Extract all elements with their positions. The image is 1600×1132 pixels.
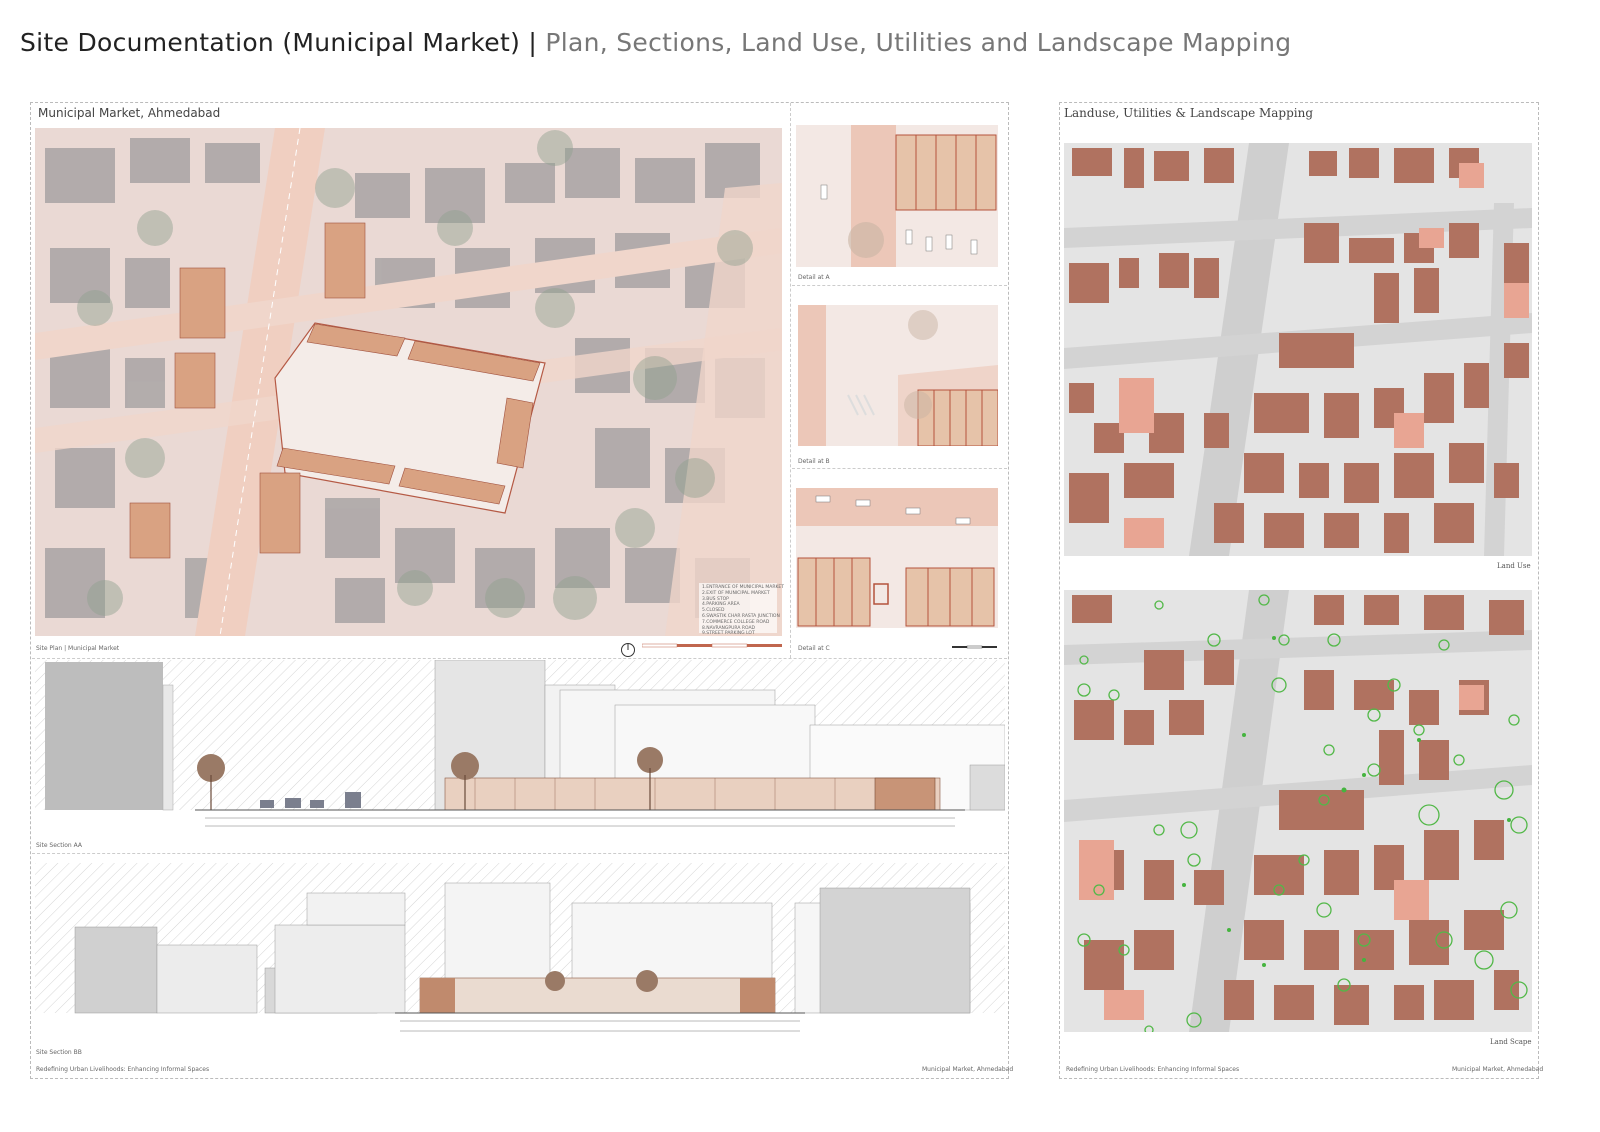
detail-c-label: Detail at C (798, 645, 830, 652)
north-arrow-icon (621, 643, 635, 657)
detail-c-drawing (796, 488, 998, 628)
right-footer-right: Municipal Market, Ahmedabad (1452, 1066, 1544, 1073)
right-footer-left: Redefining Urban Livelihoods: Enhancing … (1066, 1066, 1240, 1073)
left-footer-right: Municipal Market, Ahmedabad (922, 1066, 1014, 1073)
landscape-map (1064, 590, 1532, 1032)
land-use-caption: Land Use (1497, 562, 1531, 570)
plan-caption: Site Plan | Municipal Market (36, 645, 120, 652)
section-bb (35, 863, 1005, 1032)
plan-title: Municipal Market, Ahmedabad (38, 106, 221, 120)
section-aa (35, 660, 1005, 827)
site-plan (35, 128, 782, 636)
detail-b-drawing (798, 305, 998, 446)
legend-item: 9.STREET PARKING LOT (702, 631, 755, 637)
plan-legend: 1.ENTRANCE OF MUNICIPAL MARKET 2.EXIT OF… (702, 585, 784, 637)
section-aa-label: Site Section AA (36, 842, 83, 849)
page-title-main: Site Documentation (Municipal Market) | (20, 28, 538, 57)
page-subtitle: Plan, Sections, Land Use, Utilities and … (545, 28, 1292, 57)
page-title: Site Documentation (Municipal Market) | … (20, 28, 1291, 57)
landscape-caption: Land Scape (1490, 1038, 1532, 1046)
scale-bar (642, 643, 782, 648)
section-bb-label: Site Section BB (36, 1049, 82, 1056)
detail-a-label: Detail at A (798, 274, 830, 281)
detail-b-label: Detail at B (798, 458, 830, 465)
left-footer-left: Redefining Urban Livelihoods: Enhancing … (36, 1066, 210, 1073)
detail-a-drawing (796, 125, 998, 267)
land-use-map (1064, 143, 1532, 556)
right-board-title: Landuse, Utilities & Landscape Mapping (1064, 106, 1314, 120)
detail-scale-bar (952, 645, 997, 649)
